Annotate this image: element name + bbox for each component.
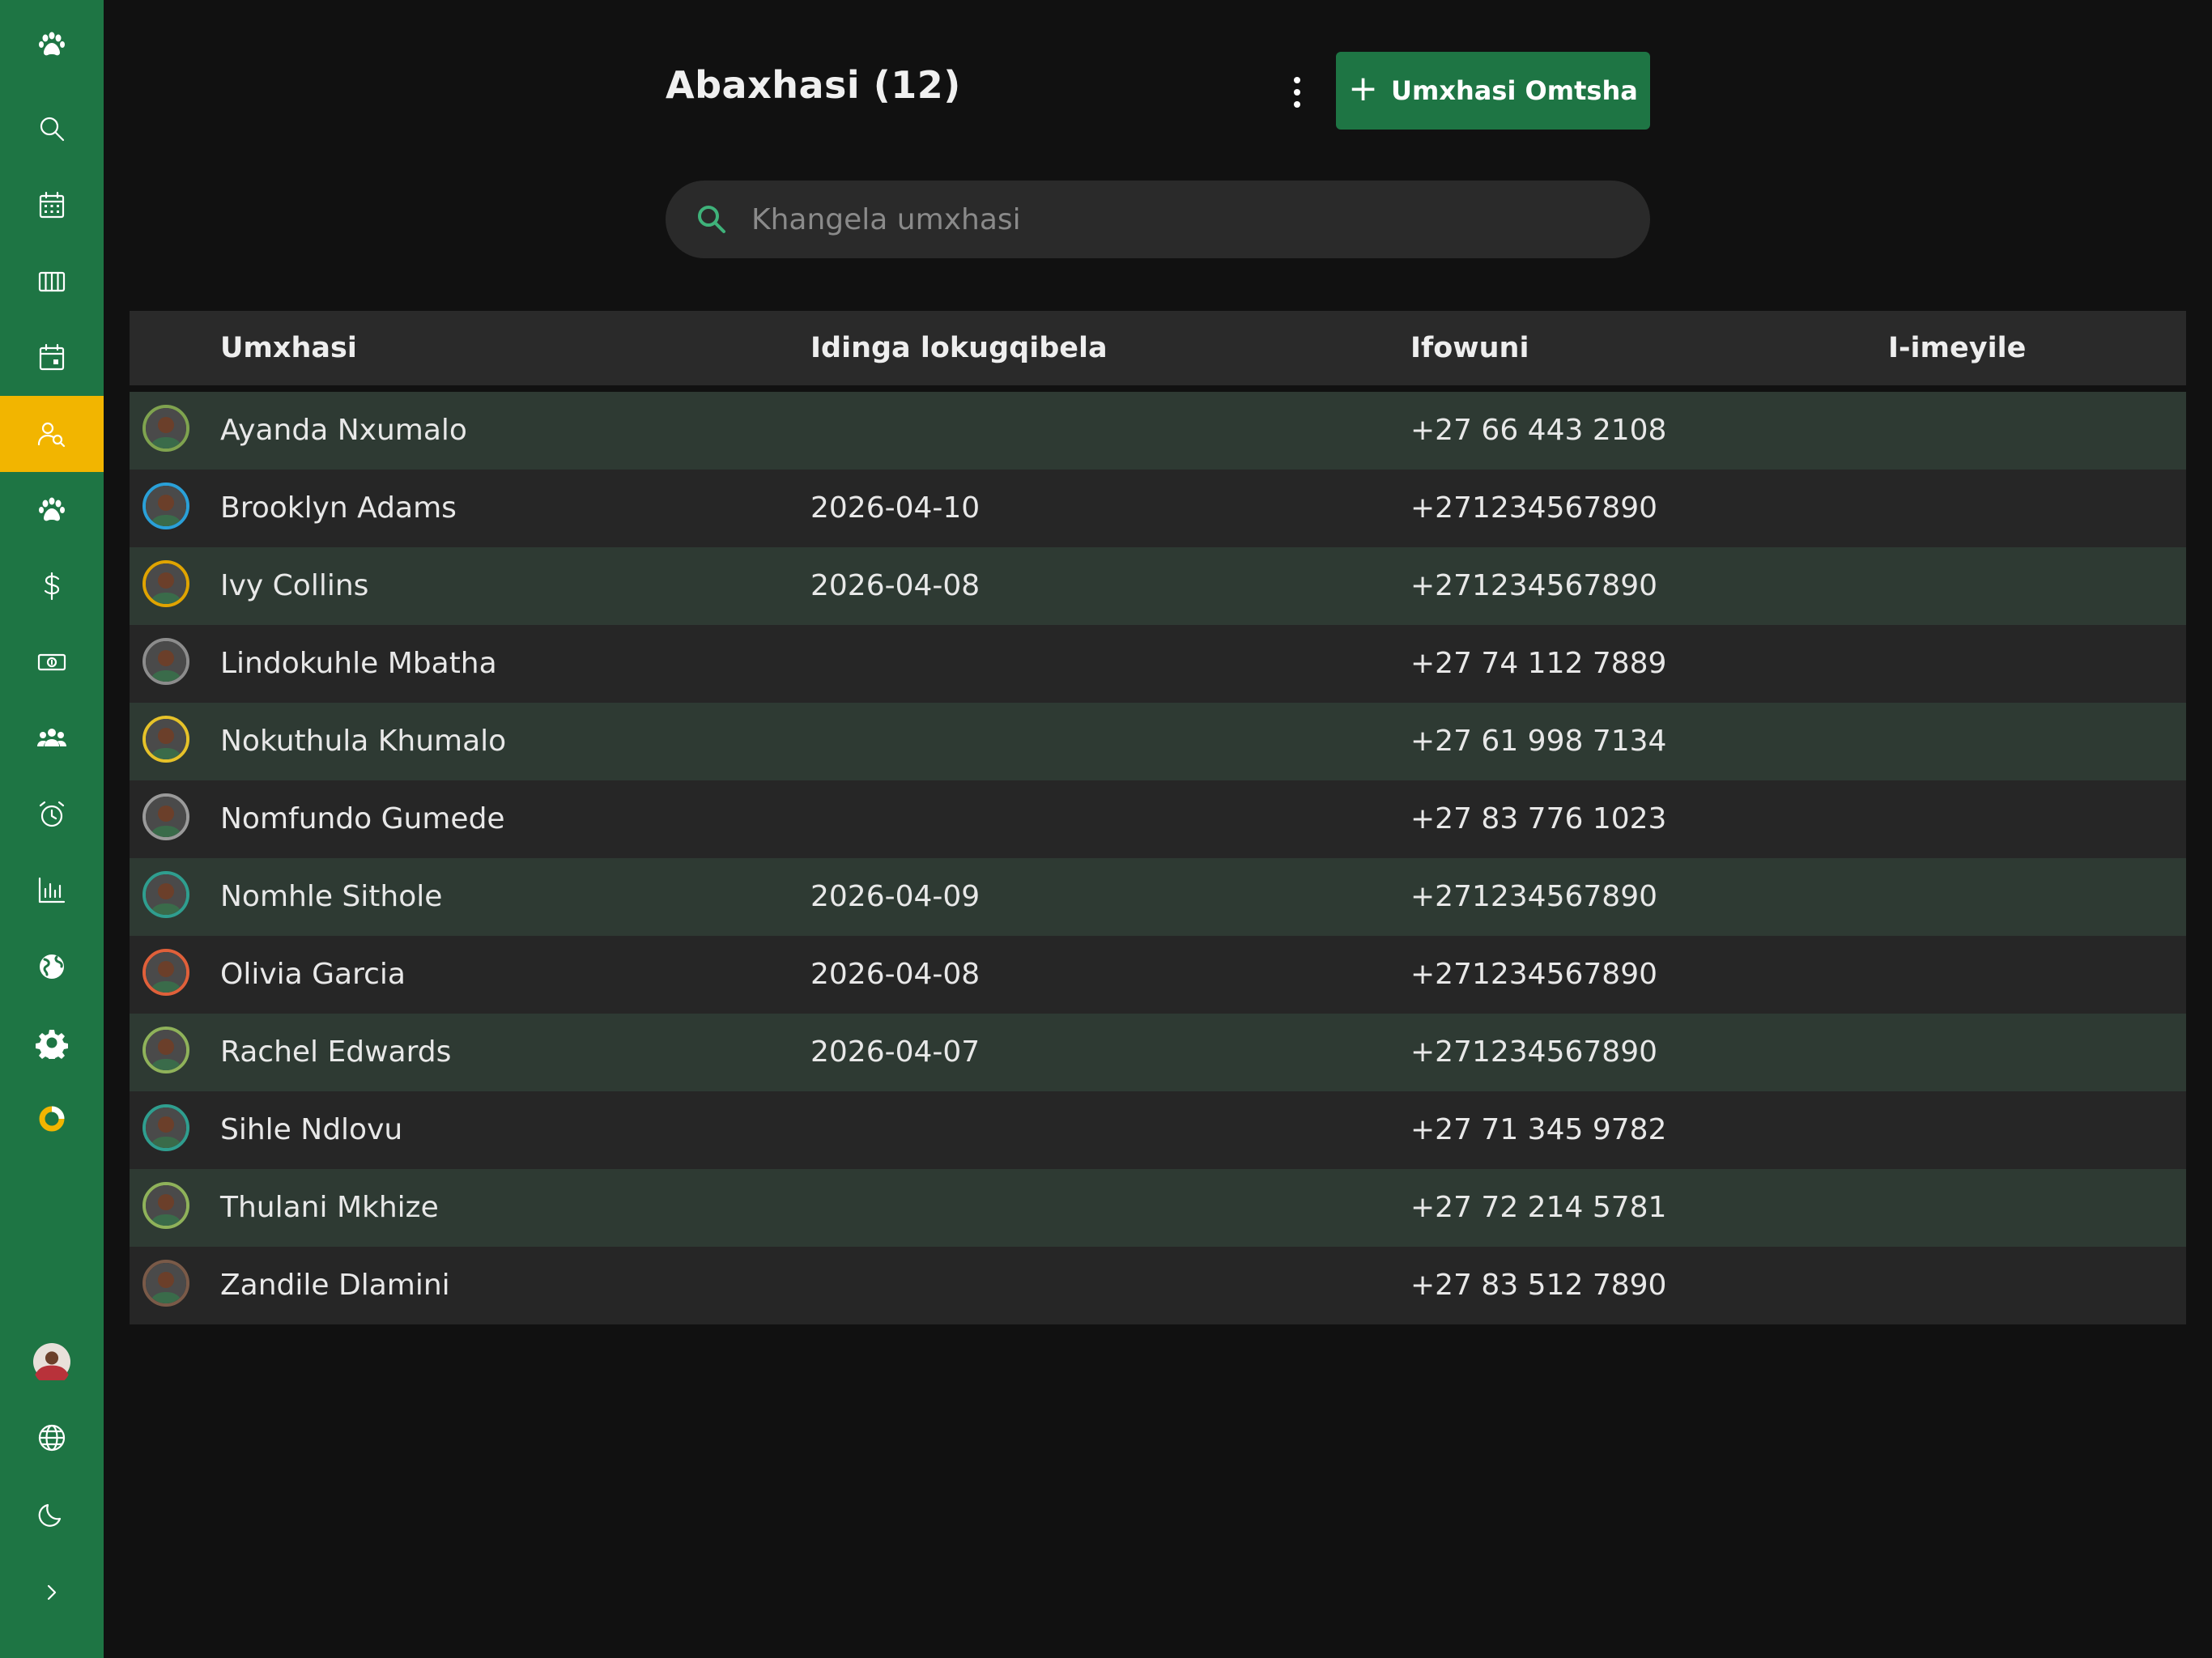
language-icon[interactable]	[0, 1400, 104, 1476]
phone: +27 74 112 7889	[1410, 647, 1667, 680]
dollar-icon[interactable]	[0, 548, 104, 624]
avatar	[143, 871, 189, 918]
moon-icon[interactable]	[0, 1477, 104, 1553]
paw-logo-icon[interactable]	[0, 6, 104, 83]
table-row[interactable]: Sihle Ndlovu +27 71 345 9782	[130, 1091, 2186, 1169]
column-header-client[interactable]: Umxhasi	[220, 311, 357, 385]
client-name: Zandile Dlamini	[220, 1269, 450, 1302]
avatar	[143, 405, 189, 452]
avatar	[143, 1260, 189, 1307]
ring-icon[interactable]	[0, 1081, 104, 1157]
search-icon[interactable]	[0, 91, 104, 167]
calendar-icon[interactable]	[0, 168, 104, 244]
paw-icon[interactable]	[0, 472, 104, 548]
calendar-day-icon[interactable]	[0, 320, 104, 396]
profile-avatar[interactable]	[0, 1324, 104, 1400]
avatar	[143, 638, 189, 685]
sidebar	[0, 0, 104, 1658]
table-row[interactable]: Brooklyn Adams 2026-04-10 +271234567890	[130, 470, 2186, 547]
client-name: Ayanda Nxumalo	[220, 414, 467, 447]
table-body: Ayanda Nxumalo +27 66 443 2108 Brooklyn Ad…	[130, 392, 2186, 1324]
last-appointment: 2026-04-07	[810, 1035, 981, 1069]
page-title: Abaxhasi (12)	[666, 63, 961, 107]
client-name: Nomhle Sithole	[220, 880, 443, 913]
last-appointment: 2026-04-10	[810, 491, 981, 525]
table-header: Umxhasi Idinga lokugqibela Ifowuni I-ime…	[130, 311, 2186, 385]
avatar	[143, 1027, 189, 1073]
phone: +271234567890	[1410, 1035, 1658, 1069]
new-client-label: Umxhasi Omtsha	[1391, 75, 1638, 106]
client-name: Thulani Mkhize	[220, 1191, 439, 1224]
client-name: Nomfundo Gumede	[220, 802, 505, 835]
last-appointment: 2026-04-08	[810, 569, 981, 602]
columns-icon[interactable]	[0, 244, 104, 320]
client-name: Lindokuhle Mbatha	[220, 647, 497, 680]
avatar	[143, 1104, 189, 1151]
phone: +271234567890	[1410, 880, 1658, 913]
avatar	[143, 716, 189, 763]
alarm-icon[interactable]	[0, 776, 104, 852]
table-row[interactable]: Nomhle Sithole 2026-04-09 +271234567890	[130, 858, 2186, 936]
avatar	[143, 793, 189, 840]
table-row[interactable]: Ayanda Nxumalo +27 66 443 2108	[130, 392, 2186, 470]
table-row[interactable]: Olivia Garcia 2026-04-08 +271234567890	[130, 936, 2186, 1014]
avatar	[143, 560, 189, 607]
table-row[interactable]: Lindokuhle Mbatha +27 74 112 7889	[130, 625, 2186, 703]
table-row[interactable]: Thulani Mkhize +27 72 214 5781	[130, 1169, 2186, 1247]
phone: +27 83 776 1023	[1410, 802, 1667, 835]
client-name: Brooklyn Adams	[220, 491, 457, 525]
search-input[interactable]	[750, 202, 1563, 237]
column-header-email[interactable]: I-imeyile	[1888, 311, 2026, 385]
phone: +271234567890	[1410, 491, 1658, 525]
gear-icon[interactable]	[0, 1005, 104, 1081]
client-name: Nokuthula Khumalo	[220, 725, 507, 758]
table-row[interactable]: Ivy Collins 2026-04-08 +271234567890	[130, 547, 2186, 625]
client-name: Ivy Collins	[220, 569, 369, 602]
chevron-right-icon[interactable]	[0, 1554, 104, 1630]
phone: +27 61 998 7134	[1410, 725, 1667, 758]
clients-table: Umxhasi Idinga lokugqibela Ifowuni I-ime…	[130, 311, 2186, 1324]
globe-filled-icon[interactable]	[0, 929, 104, 1005]
last-appointment: 2026-04-08	[810, 958, 981, 991]
column-header-phone[interactable]: Ifowuni	[1410, 311, 1529, 385]
table-row[interactable]: Nokuthula Khumalo +27 61 998 7134	[130, 703, 2186, 780]
client-name: Olivia Garcia	[220, 958, 406, 991]
avatar	[143, 483, 189, 529]
users-icon[interactable]	[0, 700, 104, 776]
table-row[interactable]: Rachel Edwards 2026-04-07 +271234567890	[130, 1014, 2186, 1091]
new-client-button[interactable]: + Umxhasi Omtsha	[1336, 52, 1650, 130]
phone: +27 66 443 2108	[1410, 414, 1667, 447]
phone: +27 72 214 5781	[1410, 1191, 1667, 1224]
table-row[interactable]: Zandile Dlamini +27 83 512 7890	[130, 1247, 2186, 1324]
search-icon	[698, 206, 725, 233]
column-header-last-appointment[interactable]: Idinga lokugqibela	[810, 311, 1108, 385]
client-search-icon[interactable]	[0, 396, 104, 472]
bar-chart-icon[interactable]	[0, 852, 104, 929]
table-row[interactable]: Nomfundo Gumede +27 83 776 1023	[130, 780, 2186, 858]
search-bar[interactable]	[666, 181, 1650, 258]
avatar	[143, 1182, 189, 1229]
more-options-icon[interactable]	[1276, 68, 1318, 117]
phone: +27 83 512 7890	[1410, 1269, 1667, 1302]
client-name: Rachel Edwards	[220, 1035, 452, 1069]
avatar	[143, 949, 189, 996]
phone: +271234567890	[1410, 958, 1658, 991]
last-appointment: 2026-04-09	[810, 880, 981, 913]
cash-icon[interactable]	[0, 624, 104, 700]
client-name: Sihle Ndlovu	[220, 1113, 403, 1146]
phone: +271234567890	[1410, 569, 1658, 602]
phone: +27 71 345 9782	[1410, 1113, 1667, 1146]
plus-icon: +	[1348, 68, 1379, 109]
